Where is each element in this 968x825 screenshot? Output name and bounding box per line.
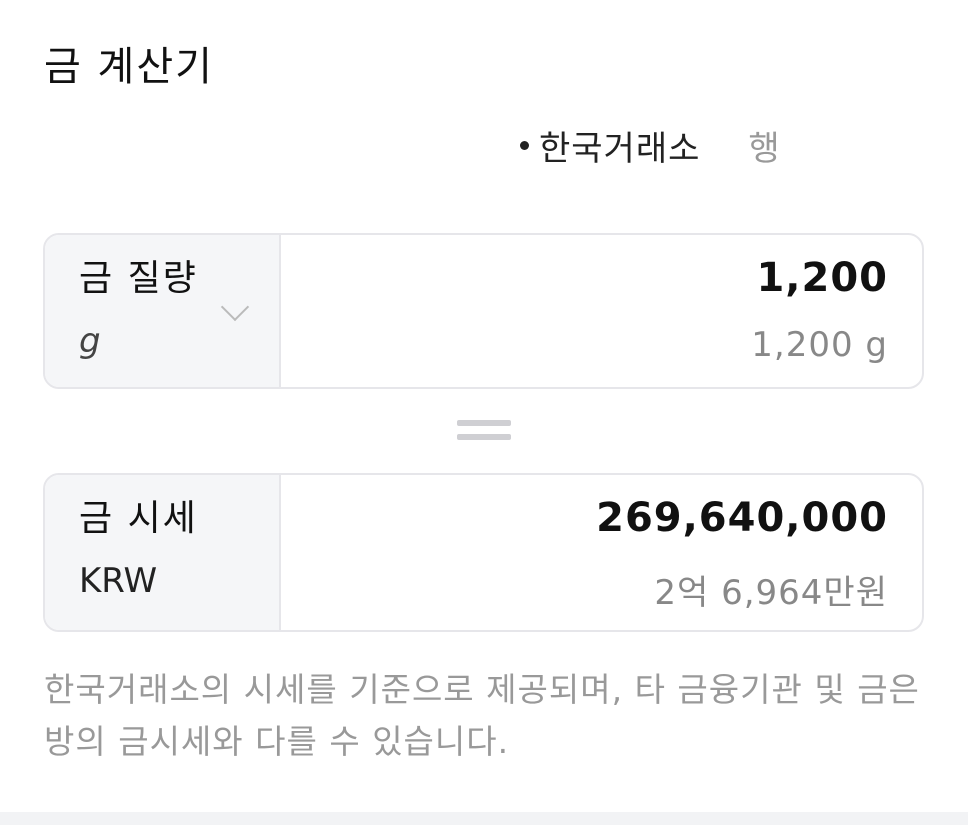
price-currency: KRW	[79, 561, 158, 601]
notice-text: 한국거래소의 시세를 기준으로 제공되며, 타 금융기관 및 금은방의 금시세와…	[44, 670, 920, 761]
weight-unit-name: 금 질량	[79, 258, 198, 299]
source-label: 한국거래소	[539, 128, 701, 169]
weight-unit-symbol: g	[79, 321, 101, 361]
bottom-divider	[0, 812, 968, 825]
source-bullet-icon	[520, 140, 529, 150]
gold-calculator-page: 금 계산기 한국거래소 행 금 질량 g 1,200 1,200 g 금 시세 …	[0, 0, 968, 825]
weight-unit-selector[interactable]: 금 질량 g	[45, 235, 281, 387]
price-unit-label: 금 시세 KRW	[45, 475, 281, 630]
weight-value[interactable]: 1,200	[756, 255, 888, 301]
page-title: 금 계산기	[44, 44, 214, 90]
weight-card: 금 질량 g 1,200 1,200 g	[43, 233, 924, 389]
price-unit-name: 금 시세	[79, 498, 198, 539]
equals-bar-top	[457, 420, 511, 426]
source-suffix: 행	[748, 128, 780, 169]
equals-bar-bottom	[457, 434, 511, 440]
price-value: 269,640,000	[596, 495, 888, 541]
price-card: 금 시세 KRW 269,640,000 2억 6,964만원	[43, 473, 924, 632]
price-value-sub: 2억 6,964만원	[654, 573, 888, 613]
equals-icon	[457, 418, 511, 444]
source-row[interactable]: 한국거래소 행	[520, 120, 780, 170]
weight-value-sub: 1,200 g	[751, 325, 888, 365]
weight-input[interactable]: 1,200 1,200 g	[281, 235, 922, 387]
price-output: 269,640,000 2억 6,964만원	[281, 475, 922, 630]
